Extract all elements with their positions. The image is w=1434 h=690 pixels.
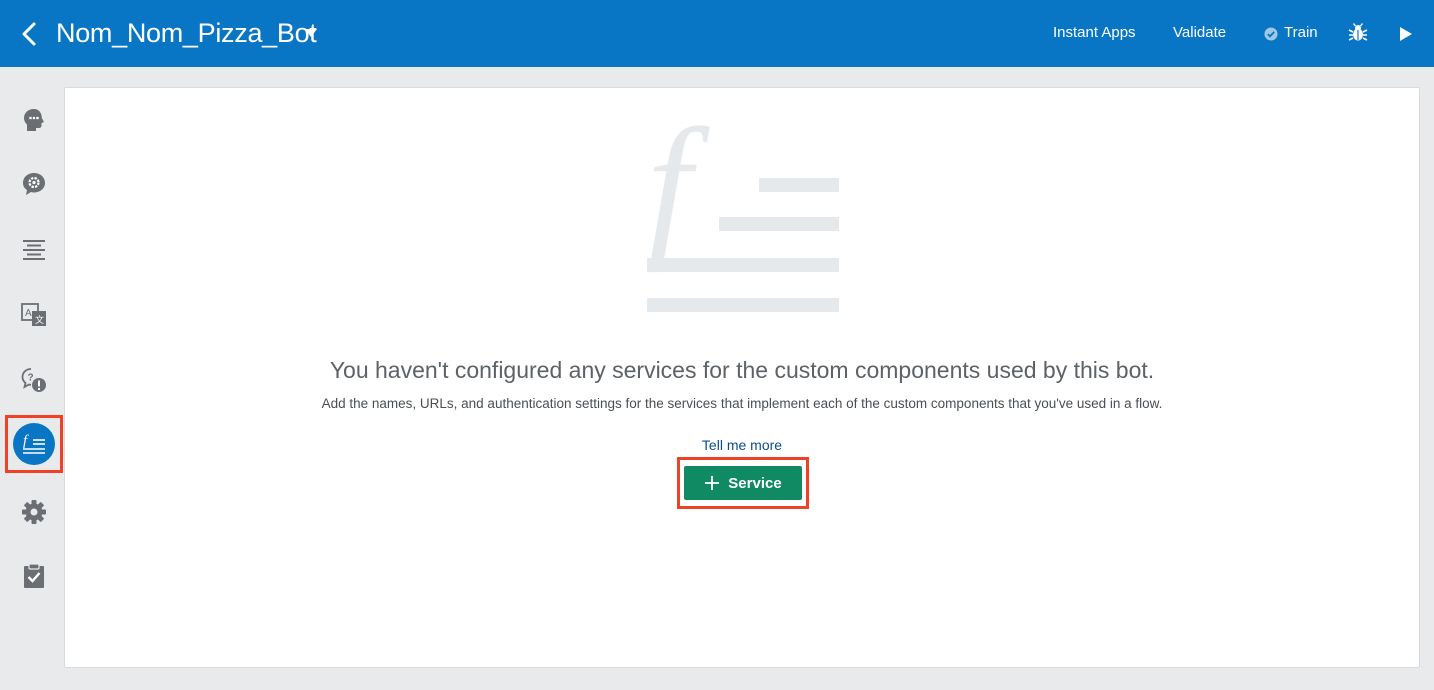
tell-me-more-link[interactable]: Tell me more <box>65 437 1419 453</box>
main-panel: f You haven't configured any services fo… <box>64 87 1420 668</box>
flows-lines-icon[interactable] <box>20 236 48 264</box>
plus-icon <box>705 476 720 490</box>
caret-down-icon[interactable] <box>303 26 319 40</box>
components-function-icon: f <box>23 433 45 454</box>
resource-bundles-translate-icon[interactable]: A 文 <box>20 301 48 329</box>
settings-gear-icon[interactable] <box>20 498 48 526</box>
svg-text:f: f <box>23 433 29 449</box>
train-button[interactable]: Train <box>1284 24 1318 41</box>
svg-text:文: 文 <box>35 314 44 325</box>
svg-text:f: f <box>647 118 710 273</box>
check-circle-icon <box>1264 27 1278 41</box>
empty-state-headline: You haven't configured any services for … <box>329 357 1155 383</box>
insights-clipboard-icon[interactable] <box>20 562 48 590</box>
svg-text:?: ? <box>28 373 34 384</box>
entities-bubble-gear-icon[interactable] <box>20 170 48 198</box>
top-bar: Nom_Nom_Pizza_Bot Instant Apps Validate … <box>0 0 1434 67</box>
tell-me-more-label[interactable]: Tell me more <box>702 437 782 453</box>
svg-text:A: A <box>25 308 32 319</box>
custom-components-function-icon: f <box>647 118 839 312</box>
back-chevron-icon[interactable] <box>18 20 42 48</box>
bug-icon[interactable] <box>1348 23 1368 43</box>
bot-title[interactable]: Nom_Nom_Pizza_Bot <box>56 18 317 49</box>
qna-question-bubble-icon[interactable]: ? <box>20 366 48 394</box>
instant-apps-button[interactable]: Instant Apps <box>1053 24 1136 41</box>
validate-button[interactable]: Validate <box>1173 24 1226 41</box>
play-icon[interactable] <box>1399 26 1413 42</box>
add-service-label: Service <box>728 474 782 492</box>
intents-head-icon[interactable] <box>20 106 48 134</box>
empty-state-description: Add the names, URLs, and authentication … <box>321 396 1163 411</box>
add-service-button[interactable]: Service <box>684 466 802 500</box>
components-nav-active[interactable]: f <box>13 423 55 465</box>
